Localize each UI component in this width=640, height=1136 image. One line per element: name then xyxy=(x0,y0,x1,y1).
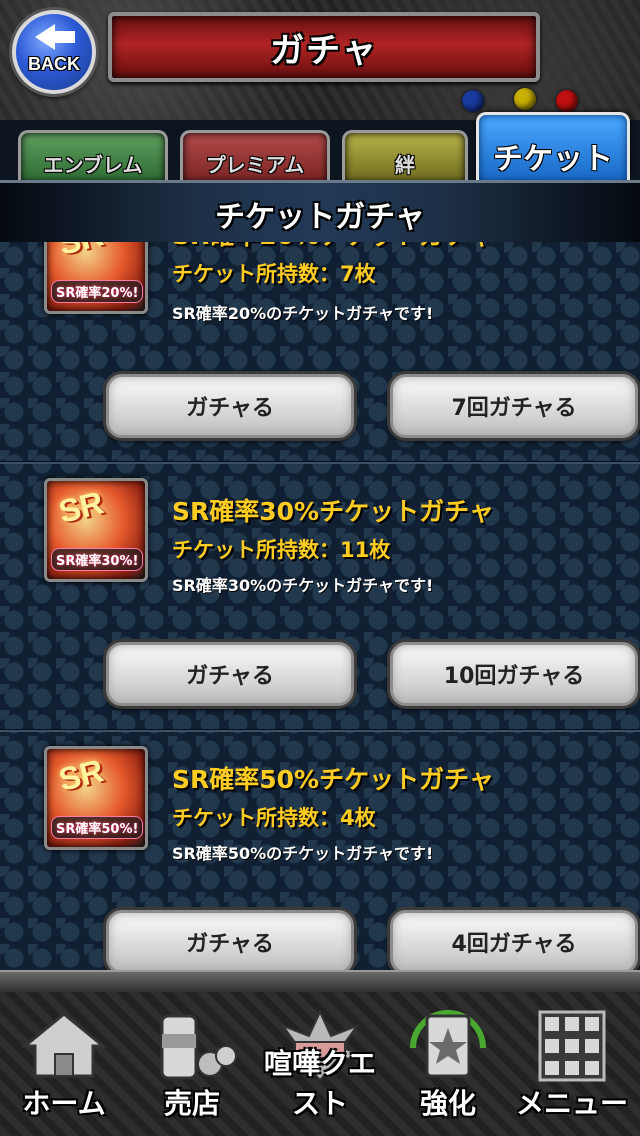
gacha-multi-label: 7回ガチャる xyxy=(451,396,577,421)
ticket-rate-badge: SR確率20%! xyxy=(51,280,144,303)
tab-premium-label: プレミアム xyxy=(205,153,305,177)
nav-powerup-label: 強化 xyxy=(419,1087,476,1120)
gacha-once-button[interactable]: ガチャる xyxy=(106,642,354,706)
bottom-nav: ホーム 売店 喧嘩クエスト 強化 メニュー xyxy=(0,992,640,1136)
tab-kizuna-label: 絆 xyxy=(395,153,415,177)
nav-menu[interactable]: メニュー xyxy=(512,992,632,1136)
gacha-once-label: ガチャる xyxy=(186,932,274,957)
ticket-rate-badge: SR確率30%! xyxy=(51,548,144,571)
header-bar: BACK ガチャ xyxy=(0,0,640,120)
item-title: SR確率20%チケットガチャ xyxy=(172,242,494,252)
menu-grid-icon xyxy=(538,1010,606,1082)
ticket-sr-text: SR xyxy=(55,242,107,263)
nav-menu-label: メニュー xyxy=(515,1087,628,1120)
tab-emblem[interactable]: エンブレム xyxy=(18,130,168,182)
ticket-sr-text: SR xyxy=(55,752,108,798)
nav-shop[interactable]: 売店 xyxy=(132,992,252,1136)
nav-quest[interactable]: 喧嘩クエスト xyxy=(260,992,380,1136)
home-icon xyxy=(21,1012,107,1078)
gacha-tabs: エンブレム プレミアム 絆 チケット xyxy=(0,110,640,182)
item-ticket-count: チケット所持数：4枚 xyxy=(172,806,376,830)
ticket-gacha-list[interactable]: SR SR確率20%! SR確率20%チケットガチャ チケット所持数：7枚 SR… xyxy=(0,242,640,970)
list-item: SR SR確率20%! SR確率20%チケットガチャ チケット所持数：7枚 SR… xyxy=(0,242,640,464)
item-ticket-count: チケット所持数：7枚 xyxy=(172,262,376,286)
sr-ticket-icon: SR SR確率50%! xyxy=(44,746,148,850)
item-title: SR確率50%チケットガチャ xyxy=(172,765,494,794)
nav-home-label: ホーム xyxy=(22,1087,106,1120)
tab-ticket-label: チケット xyxy=(493,142,613,177)
tab-emblem-label: エンブレム xyxy=(43,153,143,177)
sr-ticket-icon: SR SR確率20%! xyxy=(44,242,148,314)
shop-icon xyxy=(160,1014,237,1080)
nav-powerup[interactable]: 強化 xyxy=(388,992,508,1136)
list-item: SR SR確率50%! SR確率50%チケットガチャ チケット所持数：4枚 SR… xyxy=(0,732,640,970)
back-label: BACK xyxy=(28,53,80,74)
section-title: チケットガチャ xyxy=(215,200,425,235)
gacha-multi-button[interactable]: 4回ガチャる xyxy=(390,910,638,970)
footer-divider xyxy=(0,970,640,994)
gacha-once-button[interactable]: ガチャる xyxy=(106,374,354,438)
blue-gem-icon xyxy=(462,90,484,112)
sr-ticket-icon: SR SR確率30%! xyxy=(44,478,148,582)
nav-home[interactable]: ホーム xyxy=(4,992,124,1136)
section-header: チケットガチャ xyxy=(0,180,640,248)
tab-kizuna[interactable]: 絆 xyxy=(342,130,468,182)
back-button[interactable]: BACK xyxy=(12,10,96,94)
ticket-rate-badge: SR確率50%! xyxy=(51,816,144,839)
yellow-gem-icon xyxy=(514,88,536,110)
tab-premium[interactable]: プレミアム xyxy=(180,130,330,182)
list-item: SR SR確率30%! SR確率30%チケットガチャ チケット所持数：11枚 S… xyxy=(0,464,640,732)
gacha-once-button[interactable]: ガチャる xyxy=(106,910,354,970)
item-ticket-count: チケット所持数：11枚 xyxy=(172,538,391,562)
item-description: SR確率50%のチケットガチャです! xyxy=(172,844,434,863)
gacha-multi-button[interactable]: 7回ガチャる xyxy=(390,374,638,438)
item-description: SR確率30%のチケットガチャです! xyxy=(172,576,434,595)
gacha-multi-button[interactable]: 10回ガチャる xyxy=(390,642,638,706)
item-title: SR確率30%チケットガチャ xyxy=(172,497,494,526)
page-title: ガチャ xyxy=(270,30,378,71)
title-plate: ガチャ xyxy=(108,12,540,82)
ticket-sr-text: SR xyxy=(55,484,108,530)
back-arrow-icon xyxy=(35,23,75,50)
tab-ticket[interactable]: チケット xyxy=(476,112,630,182)
gacha-once-label: ガチャる xyxy=(186,664,274,689)
gacha-once-label: ガチャる xyxy=(186,396,274,421)
nav-shop-label: 売店 xyxy=(163,1087,220,1120)
powerup-icon xyxy=(410,1010,486,1078)
red-gem-icon xyxy=(556,90,578,112)
gacha-multi-label: 10回ガチャる xyxy=(443,664,585,689)
item-description: SR確率20%のチケットガチャです! xyxy=(172,304,434,323)
gacha-multi-label: 4回ガチャる xyxy=(451,932,577,957)
nav-quest-label: 喧嘩クエスト xyxy=(263,1047,376,1120)
